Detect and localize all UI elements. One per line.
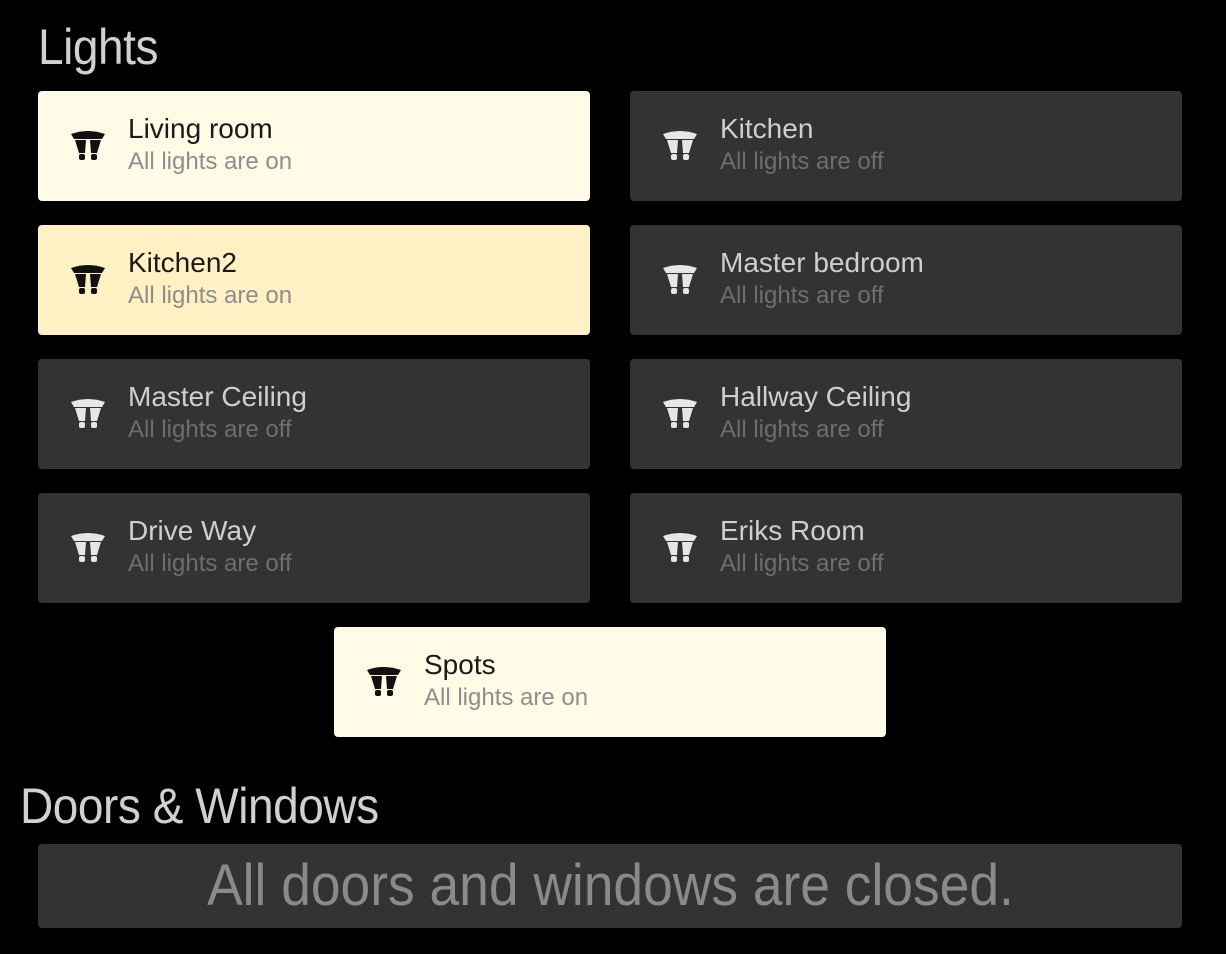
doors-windows-section-title: Doors & Windows: [20, 778, 379, 834]
spotlight-bulb-icon: [66, 259, 110, 303]
room-tile-master-bedroom[interactable]: Master bedroom All lights are off: [630, 225, 1182, 335]
spotlight-bulb-icon: [658, 125, 702, 169]
room-tile-master-ceiling[interactable]: Master Ceiling All lights are off: [38, 359, 590, 469]
doors-windows-status-banner: All doors and windows are closed.: [38, 844, 1182, 928]
spotlight-bulb-icon: [658, 527, 702, 571]
room-tile-spots[interactable]: Spots All lights are on: [334, 627, 886, 737]
spotlight-bulb-icon: [66, 393, 110, 437]
room-name: Master bedroom: [720, 247, 924, 278]
room-status: All lights are off: [128, 550, 292, 577]
doors-windows-message: All doors and windows are closed.: [206, 853, 1014, 918]
room-tile-living-room[interactable]: Living room All lights are on: [38, 91, 590, 201]
spotlight-bulb-icon: [658, 259, 702, 303]
room-name: Kitchen2: [128, 247, 237, 278]
room-status: All lights are on: [128, 148, 293, 175]
room-name: Spots: [424, 649, 496, 680]
room-tile-drive-way[interactable]: Drive Way All lights are off: [38, 493, 590, 603]
room-tile-eriks-room[interactable]: Eriks Room All lights are off: [630, 493, 1182, 603]
room-name: Hallway Ceiling: [720, 381, 912, 412]
room-status: All lights are on: [128, 282, 293, 309]
room-status: All lights are on: [424, 684, 589, 711]
room-status: All lights are off: [720, 550, 884, 577]
room-status: All lights are off: [720, 282, 884, 309]
spotlight-bulb-icon: [362, 661, 406, 705]
room-status: All lights are off: [128, 416, 292, 443]
room-status: All lights are off: [720, 416, 884, 443]
lights-section-title: Lights: [38, 19, 159, 75]
room-status: All lights are off: [720, 148, 884, 175]
room-name: Kitchen: [720, 113, 814, 144]
room-name: Eriks Room: [720, 515, 865, 546]
room-tile-kitchen[interactable]: Kitchen All lights are off: [630, 91, 1182, 201]
dashboard: Lights Living room All lights are on Kit…: [0, 0, 1226, 954]
room-name: Living room: [128, 113, 273, 144]
room-tile-hallway-ceiling[interactable]: Hallway Ceiling All lights are off: [630, 359, 1182, 469]
spotlight-bulb-icon: [66, 125, 110, 169]
room-tile-kitchen2[interactable]: Kitchen2 All lights are on: [38, 225, 590, 335]
spotlight-bulb-icon: [66, 527, 110, 571]
spotlight-bulb-icon: [658, 393, 702, 437]
room-name: Drive Way: [128, 515, 257, 546]
room-name: Master Ceiling: [128, 381, 307, 412]
